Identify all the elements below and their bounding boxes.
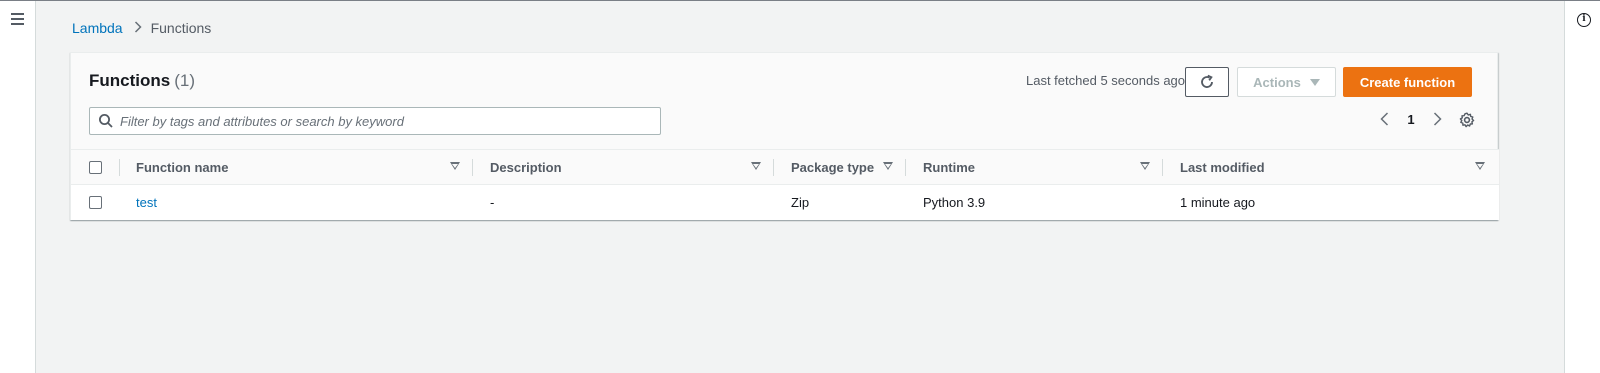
column-separator	[773, 159, 774, 176]
caret-down-icon	[1309, 78, 1320, 86]
chevron-left-icon[interactable]	[1377, 111, 1393, 127]
column-header-last-modified[interactable]: Last modified	[1180, 150, 1265, 185]
column-separator	[472, 159, 473, 176]
breadcrumb-current: Functions	[150, 20, 212, 36]
last-fetched-text: Last fetched 5 seconds ago	[1026, 73, 1186, 88]
function-name-link[interactable]: test	[136, 185, 157, 220]
panel-title: Functions (1)	[89, 71, 195, 91]
sort-caret-icon[interactable]	[450, 162, 460, 170]
column-separator	[905, 159, 906, 176]
functions-panel: Functions (1) Last fetched 5 seconds ago …	[70, 52, 1499, 220]
package-type-cell: Zip	[791, 195, 810, 210]
panel-title-text: Functions	[89, 71, 171, 90]
select-all-checkbox[interactable]	[89, 161, 102, 174]
row-select-checkbox[interactable]	[89, 196, 102, 209]
breadcrumb: Lambda Functions	[72, 20, 211, 36]
create-function-button[interactable]: Create function	[1343, 67, 1472, 97]
info-icon[interactable]: i	[1577, 13, 1591, 27]
actions-dropdown-button[interactable]: Actions	[1237, 67, 1336, 97]
sort-caret-icon[interactable]	[883, 162, 893, 170]
description-cell: -	[490, 195, 495, 210]
right-tools-rail: i	[1564, 1, 1600, 373]
pagination: 1	[1377, 111, 1445, 127]
last-modified-cell: 1 minute ago	[1180, 195, 1256, 210]
column-header-runtime[interactable]: Runtime	[923, 150, 975, 185]
refresh-button[interactable]	[1185, 67, 1229, 97]
table-header: Function name Description Package type R…	[71, 149, 1499, 185]
functions-table: Function name Description Package type R…	[71, 149, 1499, 220]
column-header-function-name[interactable]: Function name	[136, 150, 228, 185]
sort-caret-icon[interactable]	[1475, 162, 1485, 170]
chevron-right-icon[interactable]	[1429, 111, 1445, 127]
breadcrumb-lambda-link[interactable]: Lambda	[72, 20, 123, 36]
search-icon	[99, 114, 113, 128]
column-header-package-type[interactable]: Package type	[791, 150, 874, 185]
search-input[interactable]	[120, 113, 650, 129]
top-border	[0, 0, 1600, 1]
breadcrumb-separator-icon	[134, 20, 142, 36]
column-header-description[interactable]: Description	[490, 150, 562, 185]
sort-caret-icon[interactable]	[751, 162, 761, 170]
runtime-cell: Python 3.9	[923, 195, 986, 210]
actions-label: Actions	[1253, 74, 1301, 90]
current-page[interactable]: 1	[1400, 112, 1422, 127]
table-row: test - Zip Python 3.9 1 minute ago	[71, 185, 1499, 220]
left-navigation-rail	[0, 1, 36, 373]
function-count: (1)	[174, 71, 195, 90]
refresh-icon	[1201, 74, 1213, 88]
search-field[interactable]	[89, 107, 661, 135]
column-separator	[119, 159, 120, 176]
column-separator	[1162, 159, 1163, 176]
gear-icon[interactable]	[1459, 112, 1475, 128]
sort-caret-icon[interactable]	[1140, 162, 1150, 170]
menu-icon[interactable]	[10, 11, 26, 27]
